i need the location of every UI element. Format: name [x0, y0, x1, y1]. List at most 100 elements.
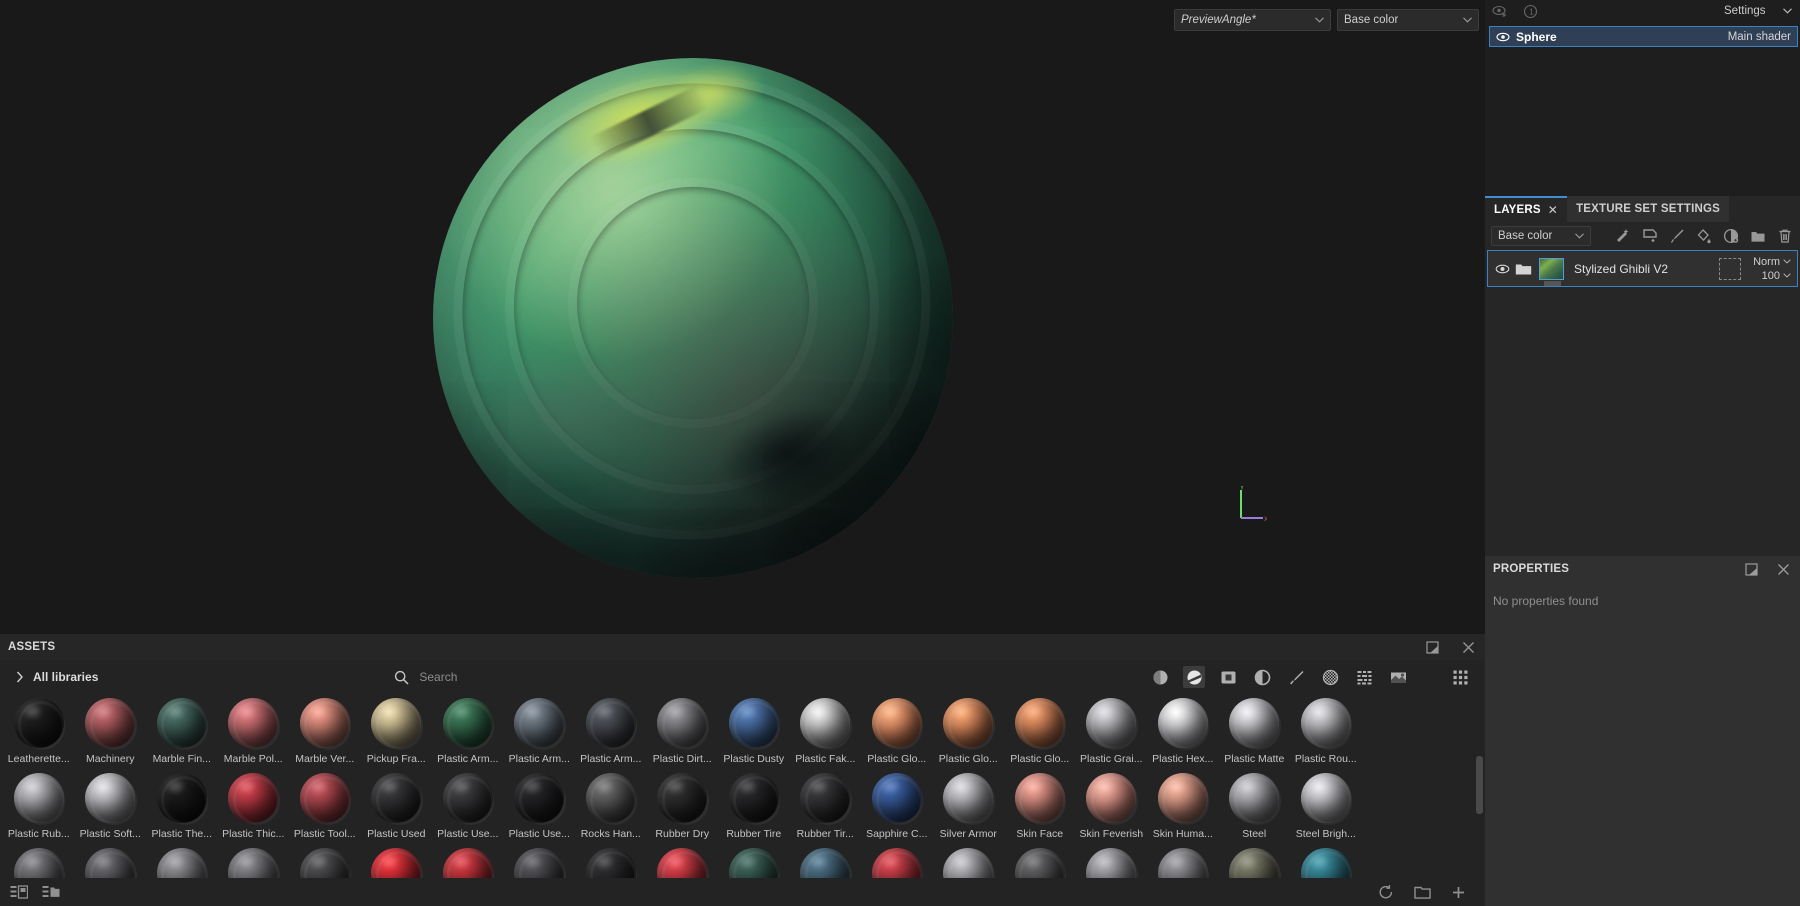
textures-filter-icon[interactable]: [1353, 666, 1375, 688]
layer-opacity[interactable]: 100: [1762, 270, 1791, 282]
asset-item[interactable]: Steel Tank ...: [1219, 844, 1291, 878]
asset-item[interactable]: Steel Paint...: [861, 844, 933, 878]
asset-item[interactable]: Steel Paint...: [504, 844, 576, 878]
close-icon[interactable]: [1459, 638, 1477, 656]
info-icon[interactable]: 1: [1521, 2, 1539, 20]
detach-icon[interactable]: [1423, 638, 1441, 656]
layer-row[interactable]: Stylized Ghibli V2 Norm 100: [1487, 250, 1798, 287]
asset-item[interactable]: Rubber Tire: [718, 769, 790, 844]
layers-channel-dropdown[interactable]: Base color: [1491, 226, 1591, 246]
refresh-icon[interactable]: [1377, 883, 1395, 901]
assets-scrollbar-thumb[interactable]: [1476, 756, 1483, 814]
add-folder-icon[interactable]: [1749, 227, 1767, 245]
layer-thumbnail[interactable]: [1539, 257, 1564, 286]
asset-item[interactable]: Plastic Glo...: [861, 694, 933, 769]
asset-item[interactable]: Skin Huma...: [1147, 769, 1219, 844]
asset-item[interactable]: Leatherette...: [3, 694, 75, 769]
library-view-icon[interactable]: [42, 883, 60, 901]
asset-item[interactable]: Marble Ver...: [289, 694, 361, 769]
asset-item[interactable]: Steel Stained: [1147, 844, 1219, 878]
visibility-toggle-icon[interactable]: [1491, 2, 1509, 20]
detach-icon[interactable]: [1742, 560, 1760, 578]
asset-item[interactable]: Plastic Grai...: [1076, 694, 1148, 769]
search-input[interactable]: [419, 670, 840, 684]
asset-item[interactable]: Plastic Thic...: [218, 769, 290, 844]
asset-item[interactable]: Plastic Dusty: [718, 694, 790, 769]
asset-item[interactable]: Plastic Use...: [504, 769, 576, 844]
asset-item[interactable]: Plastic Dirt...: [647, 694, 719, 769]
asset-item[interactable]: Plastic Rou...: [1290, 694, 1362, 769]
asset-item[interactable]: Plastic Arm...: [504, 694, 576, 769]
asset-item[interactable]: Plastic Rub...: [3, 769, 75, 844]
list-detail-view-icon[interactable]: [10, 883, 28, 901]
asset-item[interactable]: Plastic Tool...: [289, 769, 361, 844]
grid-view-icon[interactable]: [1449, 666, 1471, 688]
environments-filter-icon[interactable]: [1387, 666, 1409, 688]
layer-mask-slot[interactable]: [1719, 257, 1741, 280]
new-folder-icon[interactable]: [1413, 883, 1431, 901]
assets-search[interactable]: [394, 670, 840, 685]
asset-item[interactable]: Steel Dark ...: [75, 844, 147, 878]
asset-item[interactable]: Sapphire C...: [861, 769, 933, 844]
tab-texture-set-settings[interactable]: TEXTURE SET SETTINGS: [1567, 196, 1729, 222]
smart-masks-filter-icon[interactable]: [1251, 666, 1273, 688]
eye-icon[interactable]: [1496, 32, 1510, 42]
asset-item[interactable]: Pickup Fra...: [361, 694, 433, 769]
asset-item[interactable]: Steel Rust ...: [1004, 844, 1076, 878]
asset-item[interactable]: Steel Paint...: [790, 844, 862, 878]
asset-item[interactable]: Marble Pol...: [218, 694, 290, 769]
materials-filter-icon[interactable]: [1149, 666, 1171, 688]
asset-item[interactable]: Steel Paint...: [575, 844, 647, 878]
asset-item[interactable]: Rubber Tir...: [790, 769, 862, 844]
asset-item[interactable]: Machinery: [75, 694, 147, 769]
asset-item[interactable]: Plastic Arm...: [432, 694, 504, 769]
asset-item[interactable]: Steel Paint...: [432, 844, 504, 878]
add-icon[interactable]: [1449, 883, 1467, 901]
asset-item[interactable]: Rocks Han...: [575, 769, 647, 844]
delete-icon[interactable]: [1776, 227, 1794, 245]
asset-item[interactable]: Steel Gun ...: [146, 844, 218, 878]
asset-item[interactable]: Steel Paint...: [718, 844, 790, 878]
asset-item[interactable]: Plastic The...: [146, 769, 218, 844]
sphere-preview[interactable]: [0, 0, 1485, 634]
asset-item[interactable]: Plastic Fak...: [790, 694, 862, 769]
asset-item[interactable]: Stylized Ba...: [1290, 844, 1362, 878]
asset-item[interactable]: Silver Armor: [933, 769, 1005, 844]
asset-item[interactable]: Plastic Arm...: [575, 694, 647, 769]
shader-settings-dropdown[interactable]: Settings: [1720, 1, 1796, 21]
layer-blend-mode[interactable]: Norm: [1753, 256, 1791, 268]
asset-item[interactable]: Plastic Hex...: [1147, 694, 1219, 769]
asset-item[interactable]: Steel Gun ...: [218, 844, 290, 878]
shader-list-item-sphere[interactable]: Sphere Main shader: [1489, 26, 1798, 47]
asset-item[interactable]: Steel: [1219, 769, 1291, 844]
asset-item[interactable]: Plastic Glo...: [1004, 694, 1076, 769]
smart-materials-filter-icon[interactable]: [1183, 666, 1205, 688]
add-fill-icon[interactable]: [1695, 227, 1713, 245]
alphas-filter-icon[interactable]: [1319, 666, 1341, 688]
close-icon[interactable]: ✕: [1548, 203, 1558, 217]
asset-item[interactable]: Skin Face: [1004, 769, 1076, 844]
folder-icon[interactable]: [1515, 262, 1532, 276]
asset-item[interactable]: Skin Feverish: [1076, 769, 1148, 844]
preview-angle-dropdown[interactable]: PreviewAngle*: [1174, 9, 1331, 31]
asset-item[interactable]: Rubber Dry: [647, 769, 719, 844]
close-icon[interactable]: [1774, 560, 1792, 578]
asset-item[interactable]: Steel Medi...: [289, 844, 361, 878]
asset-item[interactable]: Steel Paint...: [647, 844, 719, 878]
assets-grid-area[interactable]: Leatherette... Machinery Marble Fin... Marb…: [0, 694, 1485, 878]
asset-item[interactable]: Steel Painted: [361, 844, 433, 878]
asset-item[interactable]: Plastic Used: [361, 769, 433, 844]
asset-item[interactable]: Steel Dark ...: [3, 844, 75, 878]
asset-item[interactable]: Steel Brigh...: [1290, 769, 1362, 844]
asset-item[interactable]: Steel Ruined: [933, 844, 1005, 878]
asset-item[interactable]: Plastic Soft...: [75, 769, 147, 844]
masks-filter-icon[interactable]: [1217, 666, 1239, 688]
channel-dropdown[interactable]: Base color: [1337, 9, 1479, 31]
layer-visibility-icon[interactable]: [1494, 264, 1510, 274]
brushes-filter-icon[interactable]: [1285, 666, 1307, 688]
asset-item[interactable]: Steel Scrat...: [1076, 844, 1148, 878]
3d-viewport[interactable]: PreviewAngle* Base color Y X: [0, 0, 1485, 634]
all-libraries-button[interactable]: All libraries: [10, 670, 98, 684]
magic-wand-icon[interactable]: [1614, 227, 1632, 245]
add-mask-icon[interactable]: [1722, 227, 1740, 245]
